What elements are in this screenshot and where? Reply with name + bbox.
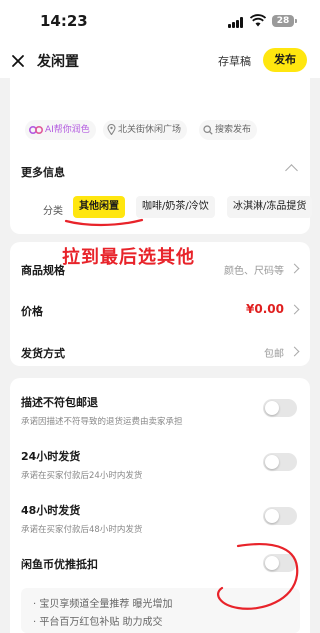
circle-mark (217, 543, 299, 610)
annotation-marks (64, 218, 299, 610)
underline-mark (64, 218, 144, 227)
